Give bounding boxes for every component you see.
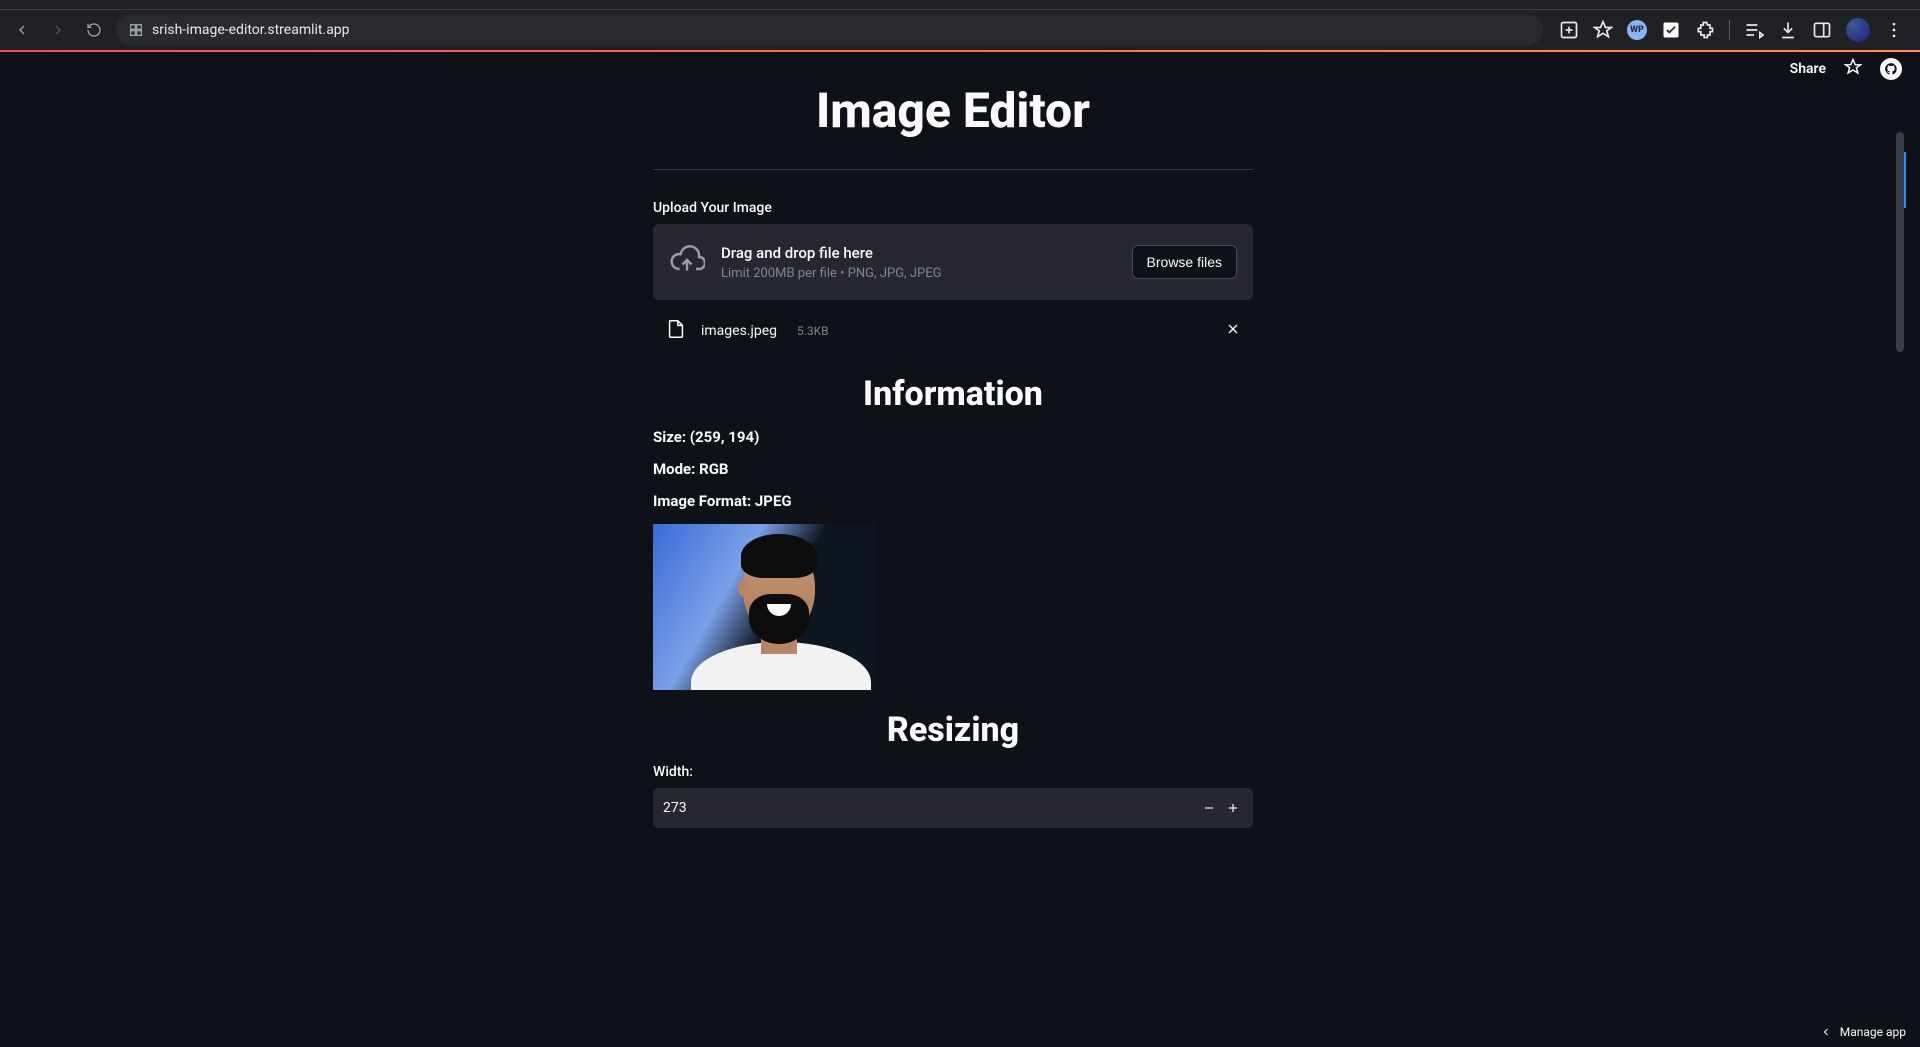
scrollbar-thumb[interactable]	[1896, 132, 1904, 352]
divider	[653, 169, 1253, 170]
dropzone-text: Drag and drop file here Limit 200MB per …	[721, 244, 1116, 281]
width-label: Width:	[653, 764, 1253, 780]
width-input[interactable]: 273	[653, 788, 1253, 828]
download-icon[interactable]	[1778, 20, 1798, 40]
back-button[interactable]	[8, 16, 36, 44]
info-mode: Mode: RGB	[653, 460, 1253, 478]
uploaded-file-row: images.jpeg 5.3KB	[653, 300, 1253, 356]
sidepanel-icon[interactable]	[1812, 20, 1832, 40]
upload-label: Upload Your Image	[653, 200, 1253, 216]
document-icon	[665, 316, 687, 346]
info-format: Image Format: JPEG	[653, 492, 1253, 510]
width-increment-button[interactable]	[1221, 796, 1245, 820]
info-size: Size: (259, 194)	[653, 428, 1253, 446]
extension-wp-icon[interactable]: WP	[1627, 20, 1647, 40]
kebab-menu-icon[interactable]	[1884, 20, 1904, 40]
content-container: Image Editor Upload Your Image Drag and …	[653, 52, 1253, 828]
dropzone-main-text: Drag and drop file here	[721, 244, 1116, 262]
github-icon[interactable]	[1880, 58, 1902, 80]
browser-toolbar: srish-image-editor.streamlit.app WP	[0, 10, 1920, 50]
cloud-upload-icon	[669, 242, 705, 282]
url-text: srish-image-editor.streamlit.app	[152, 22, 350, 38]
browser-tabstrip	[0, 0, 1920, 10]
playlist-icon[interactable]	[1744, 20, 1764, 40]
profile-avatar[interactable]	[1846, 18, 1870, 42]
manage-app-label: Manage app	[1840, 1025, 1906, 1039]
resizing-heading: Resizing	[653, 710, 1253, 750]
extensions-puzzle-icon[interactable]	[1695, 20, 1715, 40]
page-title: Image Editor	[653, 82, 1253, 139]
file-size: 5.3KB	[797, 324, 829, 338]
browser-actions: WP	[1551, 18, 1912, 42]
bookmark-star-icon[interactable]	[1593, 20, 1613, 40]
reload-button[interactable]	[80, 16, 108, 44]
information-heading: Information	[653, 374, 1253, 414]
site-settings-icon[interactable]	[128, 22, 144, 38]
browse-files-button[interactable]: Browse files	[1132, 245, 1237, 279]
remove-file-button[interactable]	[1225, 321, 1241, 341]
favorite-star-icon[interactable]	[1844, 58, 1862, 80]
address-bar[interactable]: srish-image-editor.streamlit.app	[116, 15, 1543, 45]
dropzone-sub-text: Limit 200MB per file • PNG, JPG, JPEG	[721, 266, 1116, 281]
share-button[interactable]: Share	[1790, 61, 1826, 77]
file-dropzone[interactable]: Drag and drop file here Limit 200MB per …	[653, 224, 1253, 300]
forward-button[interactable]	[44, 16, 72, 44]
separator	[1729, 20, 1730, 40]
install-app-icon[interactable]	[1559, 20, 1579, 40]
streamlit-header: Share	[1790, 58, 1902, 80]
page-body: Image Editor Upload Your Image Drag and …	[0, 52, 1906, 1047]
width-value[interactable]: 273	[663, 800, 1197, 816]
manage-app-button[interactable]: Manage app	[1820, 1025, 1906, 1039]
extension-check-icon[interactable]	[1661, 20, 1681, 40]
image-preview	[653, 524, 875, 690]
width-decrement-button[interactable]	[1197, 796, 1221, 820]
file-name: images.jpeg	[701, 323, 777, 339]
